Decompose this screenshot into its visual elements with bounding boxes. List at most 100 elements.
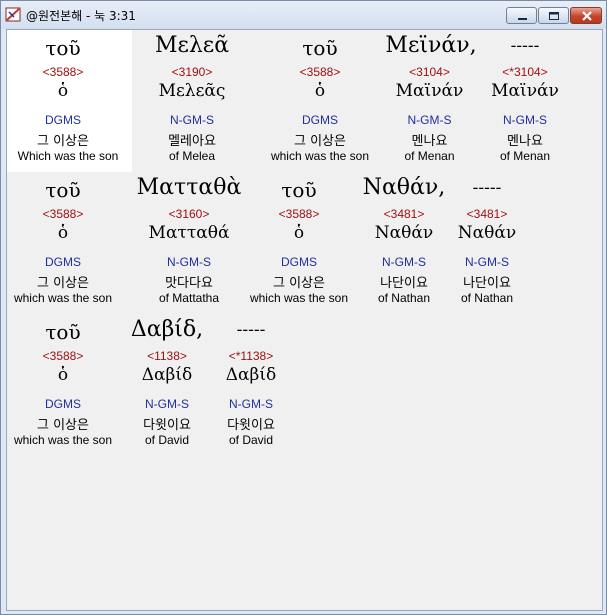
greek-word: τοῦ (45, 178, 81, 202)
greek-word: Ναθάν, (362, 175, 446, 200)
minimize-icon (518, 18, 527, 20)
korean-gloss: 멜레아요 (168, 134, 216, 149)
english-gloss: Which was the son (17, 149, 119, 163)
word-block[interactable]: Ναθάν, <3481> Ναθάν N-GM-S 나단이요 of Natha… (360, 172, 448, 312)
strong-number[interactable]: <3588> (7, 65, 119, 79)
lemma: ὁ (57, 223, 69, 243)
morphology-code[interactable]: DGMS (7, 397, 119, 411)
lemma: Δαβίδ (141, 365, 193, 385)
word-block[interactable]: Ματταθὰ <3160> Ματταθά N-GM-S 맛다다요 of Ma… (129, 172, 249, 312)
word-block[interactable]: ----- <3481> Ναθάν N-GM-S 나단이요 of Nathan (451, 172, 523, 312)
morphology-code[interactable]: N-GM-S (129, 397, 205, 411)
greek-word: τοῦ (281, 178, 317, 202)
close-button[interactable] (570, 7, 602, 24)
word-block[interactable]: τοῦ <3588> ὁ DGMS 그 이상은 which was the so… (7, 314, 119, 454)
lemma: ὁ (314, 81, 326, 101)
lemma: Δαβίδ (225, 365, 277, 385)
english-gloss: which was the son (270, 149, 370, 163)
lemma: Ναθάν (457, 223, 517, 243)
word-block[interactable]: Μελεᾶ <3190> Μελεᾶς N-GM-S 멜레아요 of Melea (132, 30, 252, 170)
strong-number[interactable]: <3588> (241, 207, 357, 221)
korean-gloss: 멘나요 (507, 134, 543, 149)
greek-word: Μελεᾶ (154, 33, 230, 58)
korean-gloss: 그 이상은 (37, 276, 89, 291)
english-gloss: of Melea (168, 149, 216, 163)
lemma: Ματταθά (148, 223, 230, 243)
english-gloss: of David (144, 433, 190, 447)
greek-word: ----- (510, 36, 540, 56)
korean-gloss: 그 이상은 (37, 418, 89, 433)
greek-word: ----- (472, 178, 502, 198)
morphology-code[interactable]: DGMS (241, 255, 357, 269)
word-block[interactable]: Μεϊνάν, <3104> Μαϊνάν N-GM-S 멘나요 of Mena… (382, 30, 477, 170)
strong-number[interactable]: <*3104> (481, 65, 569, 79)
lemma: Ναθάν (374, 223, 434, 243)
greek-word: τοῦ (45, 320, 81, 344)
korean-gloss: 나단이요 (463, 276, 511, 291)
english-gloss: of Mattatha (158, 291, 220, 305)
korean-gloss: 나단이요 (380, 276, 428, 291)
korean-gloss: 멘나요 (411, 134, 448, 149)
strong-number[interactable]: <3481> (360, 207, 448, 221)
lemma: ὁ (293, 223, 305, 243)
maximize-button[interactable] (538, 7, 569, 24)
lemma: Μαϊνάν (395, 81, 464, 101)
morphology-code[interactable]: N-GM-S (451, 255, 523, 269)
morphology-code[interactable]: N-GM-S (382, 113, 477, 127)
morphology-code[interactable]: N-GM-S (481, 113, 569, 127)
english-gloss: which was the son (13, 291, 113, 305)
word-block[interactable]: τοῦ <3588> ὁ DGMS 그 이상은 Which was the so… (7, 30, 132, 170)
minimize-button[interactable] (506, 7, 537, 24)
window-title: @원전본해 - 눅 3:31 (26, 9, 136, 23)
english-gloss: which was the son (249, 291, 349, 305)
korean-gloss: 그 이상은 (294, 134, 346, 149)
lemma: ὁ (57, 81, 69, 101)
strong-number[interactable]: <3588> (7, 207, 119, 221)
morphology-code[interactable]: N-GM-S (215, 397, 287, 411)
lemma: Μαϊνάν (491, 81, 559, 101)
morphology-code[interactable]: DGMS (7, 255, 119, 269)
word-block[interactable]: τοῦ <3588> ὁ DGMS 그 이상은 which was the so… (241, 172, 357, 312)
korean-gloss: 맛다다요 (165, 276, 213, 291)
morphology-code[interactable]: N-GM-S (132, 113, 252, 127)
morphology-code[interactable]: DGMS (7, 113, 119, 127)
strong-number[interactable]: <3588> (262, 65, 378, 79)
greek-word: τοῦ (45, 36, 81, 60)
morphology-code[interactable]: N-GM-S (129, 255, 249, 269)
strong-number[interactable]: <3588> (7, 349, 119, 363)
close-icon (582, 11, 592, 21)
english-gloss: of Menan (404, 149, 455, 163)
maximize-icon (549, 12, 559, 20)
interlinear-view[interactable]: τοῦ <3588> ὁ DGMS 그 이상은 Which was the so… (6, 29, 603, 611)
word-block[interactable]: Δαβίδ, <1138> Δαβίδ N-GM-S 다윗이요 of David (129, 314, 205, 454)
greek-word: τοῦ (302, 36, 338, 60)
greek-word: Δαβίδ, (130, 317, 204, 342)
interlinear-window: @원전본해 - 눅 3:31 τοῦ <3588> ὁ DGMS 그 이상은 W… (0, 0, 607, 615)
korean-gloss: 그 이상은 (37, 134, 89, 149)
title-bar[interactable]: @원전본해 - 눅 3:31 (1, 1, 606, 29)
morphology-code[interactable]: N-GM-S (360, 255, 448, 269)
greek-word: Μεϊνάν, (385, 33, 477, 58)
app-icon[interactable] (5, 6, 22, 23)
word-block[interactable]: ----- <*3104> Μαϊνάν N-GM-S 멘나요 of Menan (481, 30, 569, 170)
greek-word: ----- (236, 320, 266, 340)
strong-number[interactable]: <3104> (382, 65, 477, 79)
strong-number[interactable]: <3160> (129, 207, 249, 221)
english-gloss: of Menan (499, 149, 551, 163)
strong-number[interactable]: <1138> (129, 349, 205, 363)
strong-number[interactable]: <3481> (451, 207, 523, 221)
strong-number[interactable]: <3190> (132, 65, 252, 79)
word-block[interactable]: ----- <*1138> Δαβίδ N-GM-S 다윗이요 of David (215, 314, 287, 454)
greek-word: Ματταθὰ (136, 175, 242, 200)
word-block[interactable]: τοῦ <3588> ὁ DGMS 그 이상은 which was the so… (7, 172, 119, 312)
english-gloss: which was the son (13, 433, 113, 447)
morphology-code[interactable]: DGMS (262, 113, 378, 127)
lemma: ὁ (57, 365, 69, 385)
strong-number[interactable]: <*1138> (215, 349, 287, 363)
korean-gloss: 다윗이요 (143, 418, 191, 433)
word-block[interactable]: τοῦ <3588> ὁ DGMS 그 이상은 which was the so… (262, 30, 378, 170)
english-gloss: of Nathan (460, 291, 514, 305)
english-gloss: of Nathan (377, 291, 431, 305)
korean-gloss: 다윗이요 (227, 418, 275, 433)
english-gloss: of David (228, 433, 274, 447)
